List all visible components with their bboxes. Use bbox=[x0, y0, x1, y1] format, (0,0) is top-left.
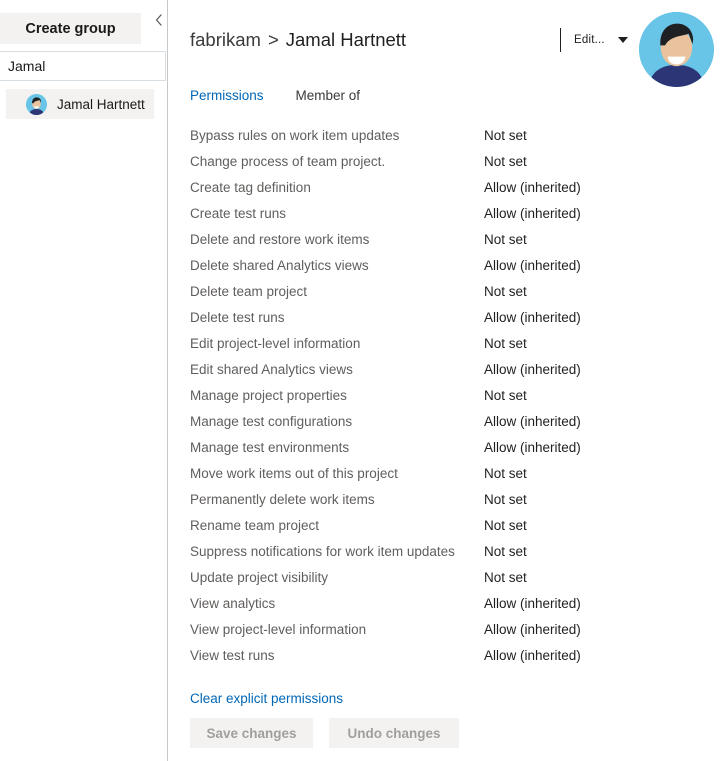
breadcrumb: fabrikam > Jamal Hartnett bbox=[190, 29, 406, 51]
undo-changes-button[interactable]: Undo changes bbox=[329, 718, 459, 748]
edit-menu-button[interactable]: Edit... bbox=[560, 27, 628, 53]
table-row[interactable]: Delete test runs Allow (inherited) bbox=[190, 309, 710, 335]
permission-name: Manage test configurations bbox=[190, 414, 353, 429]
permission-name: Edit project-level information bbox=[190, 336, 361, 351]
permission-state[interactable]: Allow (inherited) bbox=[484, 205, 581, 222]
permission-state[interactable]: Not set bbox=[484, 465, 527, 482]
permission-state[interactable]: Not set bbox=[484, 127, 527, 144]
permission-name: Update project visibility bbox=[190, 570, 329, 585]
permissions-table: Bypass rules on work item updates Not set… bbox=[190, 127, 710, 673]
table-row[interactable]: Edit shared Analytics views Allow (inheri… bbox=[190, 361, 710, 387]
permission-name: Manage project properties bbox=[190, 388, 347, 403]
table-row[interactable]: Suppress notifications for work item upd… bbox=[190, 543, 710, 569]
table-row[interactable]: Change process of team project. Not set bbox=[190, 153, 710, 179]
breadcrumb-separator: > bbox=[267, 29, 279, 50]
permission-state[interactable]: Allow (inherited) bbox=[484, 361, 581, 378]
permission-state[interactable]: Allow (inherited) bbox=[484, 179, 581, 196]
permission-name: Create test runs bbox=[190, 206, 287, 221]
permission-name: Rename team project bbox=[190, 518, 320, 533]
clear-explicit-permissions-link[interactable]: Clear explicit permissions bbox=[190, 691, 343, 706]
permission-state[interactable]: Not set bbox=[484, 491, 527, 508]
permission-name: Bypass rules on work item updates bbox=[190, 128, 400, 143]
create-group-button[interactable]: Create group bbox=[0, 13, 141, 44]
permission-state[interactable]: Not set bbox=[484, 517, 527, 534]
save-changes-button[interactable]: Save changes bbox=[190, 718, 313, 748]
table-row[interactable]: Delete shared Analytics views Allow (inhe… bbox=[190, 257, 710, 283]
footer-actions: Save changes Undo changes bbox=[190, 718, 459, 748]
table-row[interactable]: View project-level information Allow (inh… bbox=[190, 621, 710, 647]
permission-name: View project-level information bbox=[190, 622, 367, 637]
chevron-down-icon bbox=[617, 37, 628, 43]
table-row[interactable]: Delete team project Not set bbox=[190, 283, 710, 309]
table-row[interactable]: Edit project-level information Not set bbox=[190, 335, 710, 361]
permission-state[interactable]: Allow (inherited) bbox=[484, 595, 581, 612]
permission-state[interactable]: Not set bbox=[484, 231, 527, 248]
permission-name: Manage test environments bbox=[190, 440, 350, 455]
permission-state[interactable]: Not set bbox=[484, 283, 527, 300]
table-row[interactable]: Manage test configurations Allow (inherit… bbox=[190, 413, 710, 439]
list-item-label: Jamal Hartnett bbox=[57, 96, 145, 112]
table-row[interactable]: Move work items out of this project Not s… bbox=[190, 465, 710, 491]
edit-menu-label: Edit... bbox=[574, 34, 605, 46]
tab-permissions[interactable]: Permissions bbox=[190, 88, 264, 103]
permission-state[interactable]: Allow (inherited) bbox=[484, 647, 581, 664]
list-item[interactable]: Jamal Hartnett bbox=[6, 89, 154, 119]
tab-bar: Permissions Member of bbox=[190, 88, 360, 103]
table-row[interactable]: Permanently delete work items Not set bbox=[190, 491, 710, 517]
table-row[interactable]: Delete and restore work items Not set bbox=[190, 231, 710, 257]
chevron-left-icon[interactable] bbox=[151, 10, 165, 30]
permission-name: Delete and restore work items bbox=[190, 232, 370, 247]
avatar bbox=[639, 12, 714, 87]
table-row[interactable]: Manage test environments Allow (inherited… bbox=[190, 439, 710, 465]
permission-state[interactable]: Not set bbox=[484, 569, 527, 586]
identity-sidebar: Create group Jamal Hartnett bbox=[0, 0, 167, 761]
table-row[interactable]: Create tag definition Allow (inherited) bbox=[190, 179, 710, 205]
avatar bbox=[26, 93, 47, 115]
page-title: Jamal Hartnett bbox=[285, 29, 407, 50]
permission-state[interactable]: Not set bbox=[484, 335, 527, 352]
permission-state[interactable]: Allow (inherited) bbox=[484, 413, 581, 430]
search-input[interactable] bbox=[0, 51, 166, 81]
table-row[interactable]: View test runs Allow (inherited) bbox=[190, 647, 710, 673]
breadcrumb-organization[interactable]: fabrikam bbox=[190, 29, 261, 51]
table-row[interactable]: Update project visibility Not set bbox=[190, 569, 710, 595]
permission-name: Suppress notifications for work item upd… bbox=[190, 544, 455, 559]
permission-state[interactable]: Allow (inherited) bbox=[484, 309, 581, 326]
permission-name: Create tag definition bbox=[190, 180, 311, 195]
permission-name: Edit shared Analytics views bbox=[190, 362, 353, 377]
permission-name: Change process of team project. bbox=[190, 154, 386, 169]
table-row[interactable]: Create test runs Allow (inherited) bbox=[190, 205, 710, 231]
permission-state[interactable]: Not set bbox=[484, 153, 527, 170]
permission-name: Permanently delete work items bbox=[190, 492, 375, 507]
permission-state[interactable]: Not set bbox=[484, 387, 527, 404]
member-list: Jamal Hartnett bbox=[0, 89, 160, 119]
permission-state[interactable]: Allow (inherited) bbox=[484, 439, 581, 456]
divider bbox=[560, 28, 561, 52]
permission-state[interactable]: Not set bbox=[484, 543, 527, 560]
permission-name: View test runs bbox=[190, 648, 275, 663]
tab-member-of[interactable]: Member of bbox=[296, 88, 361, 103]
table-row[interactable]: View analytics Allow (inherited) bbox=[190, 595, 710, 621]
permission-name: Move work items out of this project bbox=[190, 466, 398, 481]
permission-state[interactable]: Allow (inherited) bbox=[484, 621, 581, 638]
permissions-page: Create group Jamal Hartnett bbox=[0, 0, 724, 761]
permission-name: Delete shared Analytics views bbox=[190, 258, 369, 273]
table-row[interactable]: Manage project properties Not set bbox=[190, 387, 710, 413]
permission-name: View analytics bbox=[190, 596, 276, 611]
table-row[interactable]: Rename team project Not set bbox=[190, 517, 710, 543]
permission-state[interactable]: Allow (inherited) bbox=[484, 257, 581, 274]
table-row[interactable]: Bypass rules on work item updates Not set bbox=[190, 127, 710, 153]
main-pane: fabrikam > Jamal Hartnett Edit... Permis… bbox=[168, 0, 724, 761]
permission-name: Delete team project bbox=[190, 284, 308, 299]
permission-name: Delete test runs bbox=[190, 310, 285, 325]
